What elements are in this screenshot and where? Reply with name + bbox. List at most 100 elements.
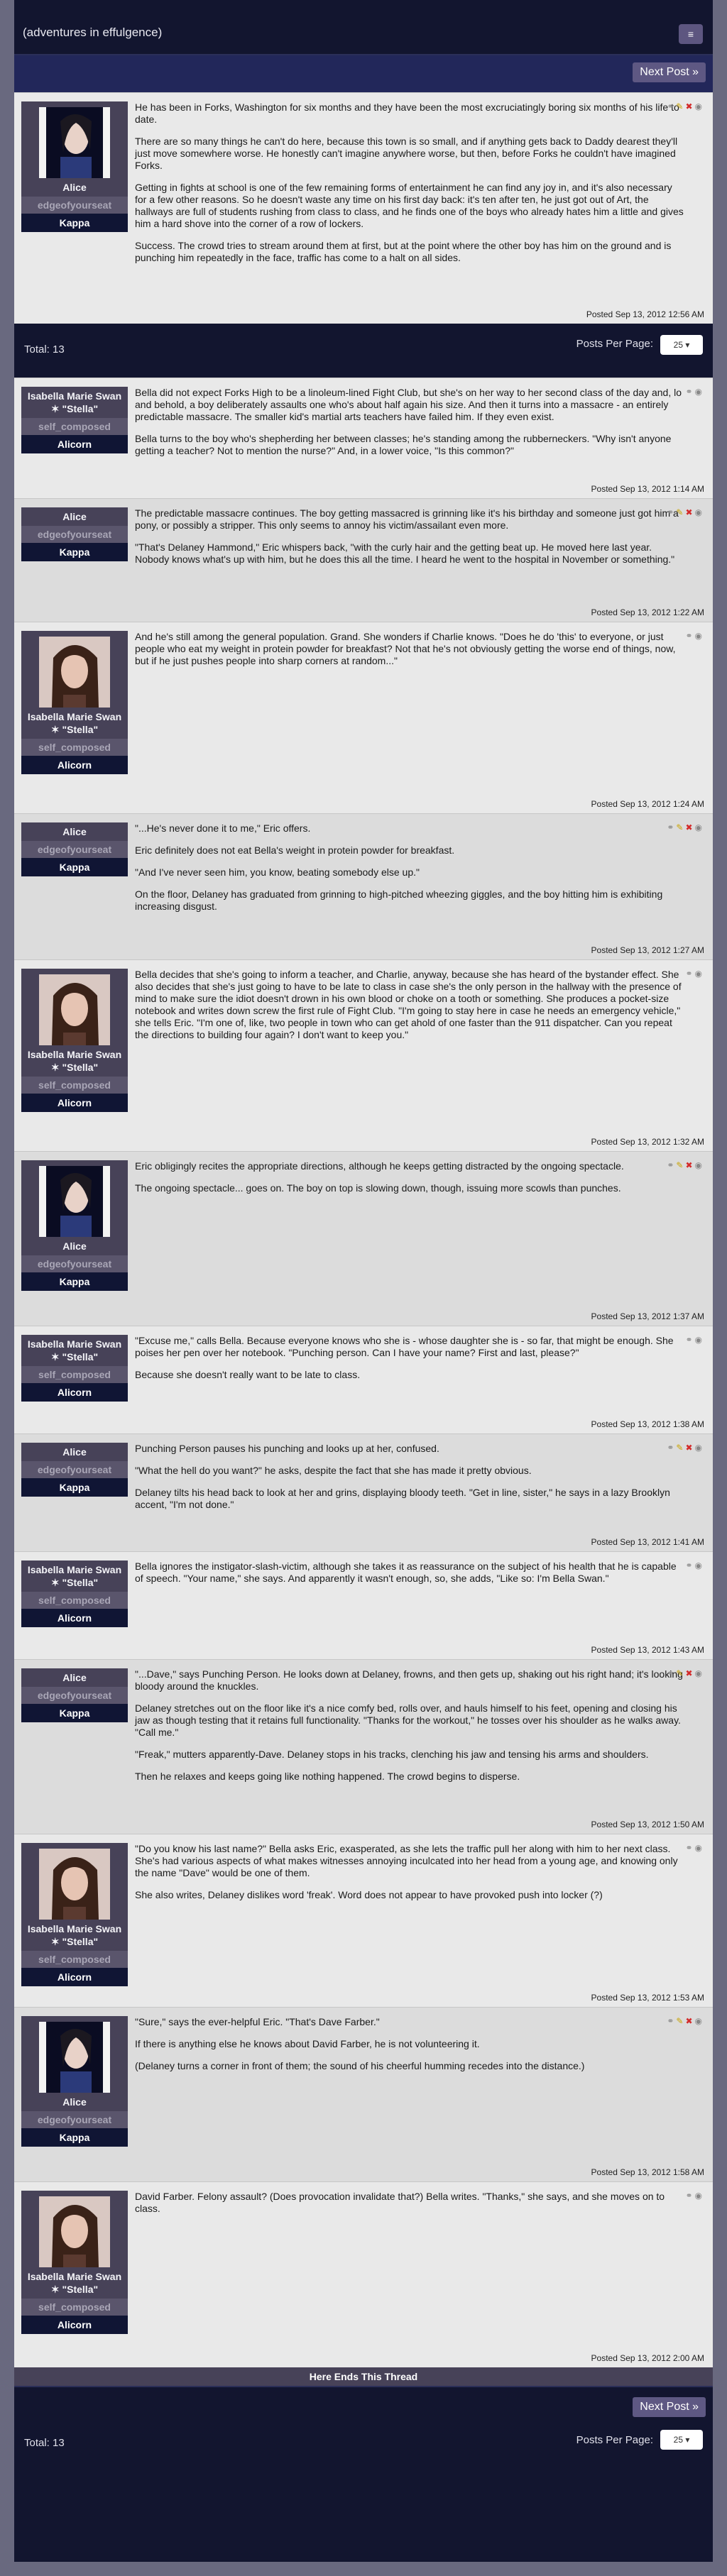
- post-timestamp[interactable]: Posted Sep 13, 2012 1:58 AM: [591, 2167, 704, 2177]
- post-timestamp[interactable]: Posted Sep 13, 2012 1:37 AM: [591, 1311, 704, 1321]
- link-icon[interactable]: ⚭: [667, 822, 676, 832]
- author-name[interactable]: Alice: [21, 507, 128, 526]
- edit-icon[interactable]: ✎: [676, 2016, 685, 2026]
- view-icon[interactable]: ◉: [695, 1668, 704, 1678]
- author-handle[interactable]: self_composed: [21, 1366, 128, 1383]
- author-name[interactable]: Alice: [21, 2093, 128, 2111]
- author-handle[interactable]: edgeofyourseat: [21, 1255, 128, 1272]
- view-icon[interactable]: ◉: [695, 1160, 704, 1170]
- author-name[interactable]: Alice: [21, 1443, 128, 1461]
- post-timestamp[interactable]: Posted Sep 13, 2012 1:14 AM: [591, 484, 704, 494]
- link-icon[interactable]: ⚭: [667, 101, 676, 111]
- author-handle[interactable]: edgeofyourseat: [21, 2111, 128, 2128]
- author-card[interactable]: Alice edgeofyourseat Kappa: [21, 2016, 128, 2147]
- link-icon[interactable]: ⚭: [685, 1843, 694, 1853]
- author-card[interactable]: Isabella Marie Swan ✶ "Stella" self_compo…: [21, 1335, 128, 1402]
- author-handle[interactable]: edgeofyourseat: [21, 197, 128, 214]
- post-timestamp[interactable]: Posted Sep 13, 2012 1:32 AM: [591, 1137, 704, 1147]
- delete-icon[interactable]: ✖: [685, 1443, 694, 1453]
- author-card[interactable]: Alice edgeofyourseat Kappa: [21, 1443, 128, 1497]
- author-card[interactable]: Isabella Marie Swan ✶ "Stella" self_compo…: [21, 969, 128, 1112]
- author-handle[interactable]: self_composed: [21, 2299, 128, 2316]
- author-card[interactable]: Alice edgeofyourseat Kappa: [21, 507, 128, 561]
- author-name[interactable]: Alice: [21, 822, 128, 841]
- delete-icon[interactable]: ✖: [685, 1668, 694, 1678]
- author-handle[interactable]: self_composed: [21, 1077, 128, 1094]
- delete-icon[interactable]: ✖: [685, 822, 694, 832]
- view-icon[interactable]: ◉: [695, 1843, 704, 1853]
- post-timestamp[interactable]: Posted Sep 13, 2012 1:38 AM: [591, 1419, 704, 1429]
- link-icon[interactable]: ⚭: [667, 1668, 676, 1678]
- author-handle[interactable]: self_composed: [21, 1592, 128, 1609]
- post-timestamp[interactable]: Posted Sep 13, 2012 1:27 AM: [591, 945, 704, 955]
- link-icon[interactable]: ⚭: [685, 631, 694, 641]
- author-handle[interactable]: edgeofyourseat: [21, 526, 128, 543]
- view-icon[interactable]: ◉: [695, 1335, 704, 1345]
- per-page-select[interactable]: 25 ▾: [660, 335, 703, 355]
- author-handle[interactable]: edgeofyourseat: [21, 841, 128, 858]
- view-icon[interactable]: ◉: [695, 2016, 704, 2026]
- author-card[interactable]: Isabella Marie Swan ✶ "Stella" self_compo…: [21, 631, 128, 774]
- author-card[interactable]: Alice edgeofyourseat Kappa: [21, 101, 128, 232]
- post-timestamp[interactable]: Posted Sep 13, 2012 1:50 AM: [591, 1820, 704, 1829]
- link-icon[interactable]: ⚭: [667, 507, 676, 517]
- link-icon[interactable]: ⚭: [685, 2191, 694, 2201]
- view-icon[interactable]: ◉: [695, 387, 704, 397]
- post-timestamp[interactable]: Posted Sep 13, 2012 2:00 AM: [591, 2353, 704, 2363]
- author-card[interactable]: Isabella Marie Swan ✶ "Stella" self_compo…: [21, 2191, 128, 2334]
- view-icon[interactable]: ◉: [695, 2191, 704, 2201]
- view-icon[interactable]: ◉: [695, 1443, 704, 1453]
- author-handle[interactable]: self_composed: [21, 739, 128, 756]
- next-post-button-bottom[interactable]: Next Post »: [633, 2397, 706, 2417]
- author-name[interactable]: Isabella Marie Swan ✶ "Stella": [21, 708, 128, 739]
- author-name[interactable]: Isabella Marie Swan ✶ "Stella": [21, 1561, 128, 1592]
- author-handle[interactable]: self_composed: [21, 418, 128, 435]
- author-name[interactable]: Isabella Marie Swan ✶ "Stella": [21, 1335, 128, 1366]
- view-icon[interactable]: ◉: [695, 507, 704, 517]
- author-card[interactable]: Isabella Marie Swan ✶ "Stella" self_compo…: [21, 387, 128, 453]
- author-name[interactable]: Isabella Marie Swan ✶ "Stella": [21, 387, 128, 418]
- author-handle[interactable]: edgeofyourseat: [21, 1461, 128, 1478]
- post-timestamp[interactable]: Posted Sep 13, 2012 1:43 AM: [591, 1645, 704, 1655]
- menu-icon[interactable]: ≡: [679, 24, 703, 44]
- post-timestamp[interactable]: Posted Sep 13, 2012 1:22 AM: [591, 607, 704, 617]
- edit-icon[interactable]: ✎: [676, 822, 685, 832]
- author-name[interactable]: Alice: [21, 1668, 128, 1687]
- edit-icon[interactable]: ✎: [676, 1668, 685, 1678]
- link-icon[interactable]: ⚭: [667, 2016, 676, 2026]
- author-name[interactable]: Alice: [21, 178, 128, 197]
- author-card[interactable]: Alice edgeofyourseat Kappa: [21, 1668, 128, 1722]
- post-timestamp[interactable]: Posted Sep 13, 2012 1:53 AM: [591, 1993, 704, 2003]
- link-icon[interactable]: ⚭: [685, 1561, 694, 1570]
- edit-icon[interactable]: ✎: [676, 507, 685, 517]
- author-name[interactable]: Isabella Marie Swan ✶ "Stella": [21, 1920, 128, 1951]
- link-icon[interactable]: ⚭: [685, 969, 694, 979]
- edit-icon[interactable]: ✎: [676, 1443, 685, 1453]
- link-icon[interactable]: ⚭: [667, 1443, 676, 1453]
- view-icon[interactable]: ◉: [695, 1561, 704, 1570]
- post-timestamp[interactable]: Posted Sep 13, 2012 12:56 AM: [586, 309, 704, 319]
- delete-icon[interactable]: ✖: [685, 507, 694, 517]
- author-handle[interactable]: self_composed: [21, 1951, 128, 1968]
- view-icon[interactable]: ◉: [695, 631, 704, 641]
- author-card[interactable]: Alice edgeofyourseat Kappa: [21, 822, 128, 876]
- next-post-button[interactable]: Next Post »: [633, 62, 706, 82]
- edit-icon[interactable]: ✎: [676, 1160, 685, 1170]
- link-icon[interactable]: ⚭: [667, 1160, 676, 1170]
- per-page-select-bottom[interactable]: 25 ▾: [660, 2430, 703, 2450]
- view-icon[interactable]: ◉: [695, 969, 704, 979]
- edit-icon[interactable]: ✎: [676, 101, 685, 111]
- author-card[interactable]: Alice edgeofyourseat Kappa: [21, 1160, 128, 1291]
- view-icon[interactable]: ◉: [695, 101, 704, 111]
- post-timestamp[interactable]: Posted Sep 13, 2012 1:41 AM: [591, 1537, 704, 1547]
- author-name[interactable]: Isabella Marie Swan ✶ "Stella": [21, 2267, 128, 2299]
- author-card[interactable]: Isabella Marie Swan ✶ "Stella" self_compo…: [21, 1561, 128, 1627]
- author-name[interactable]: Isabella Marie Swan ✶ "Stella": [21, 1045, 128, 1077]
- delete-icon[interactable]: ✖: [685, 1160, 694, 1170]
- link-icon[interactable]: ⚭: [685, 387, 694, 397]
- link-icon[interactable]: ⚭: [685, 1335, 694, 1345]
- post-timestamp[interactable]: Posted Sep 13, 2012 1:24 AM: [591, 799, 704, 809]
- author-handle[interactable]: edgeofyourseat: [21, 1687, 128, 1704]
- view-icon[interactable]: ◉: [695, 822, 704, 832]
- site-title[interactable]: (adventures in effulgence): [23, 26, 162, 40]
